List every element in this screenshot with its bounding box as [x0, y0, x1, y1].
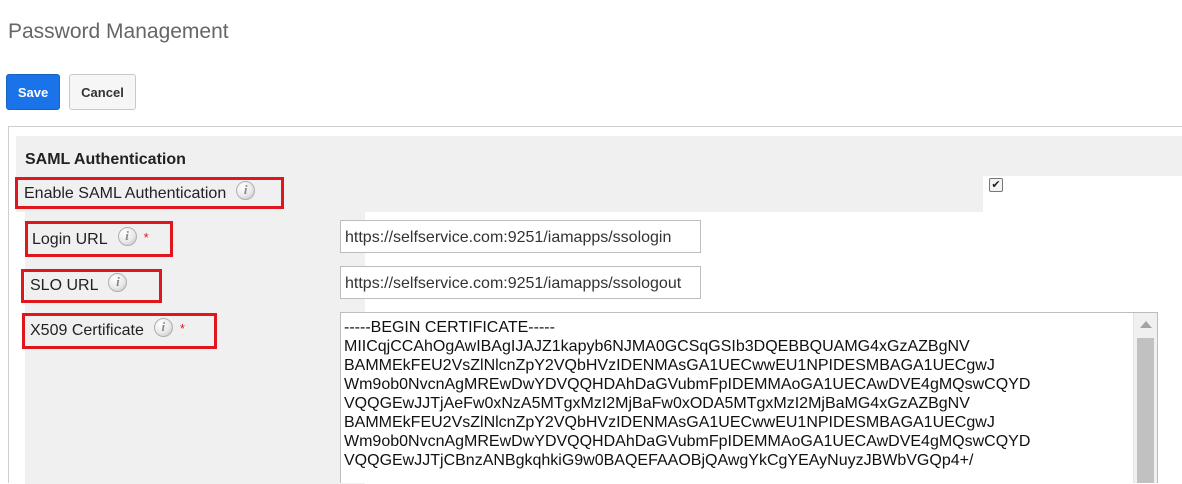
certificate-scrollbar[interactable]: [1133, 313, 1157, 483]
cert-line: Wm9ob0NvcnAgMREwDwYDVQQHDAhDaGVubmFpIDEM…: [344, 433, 1031, 450]
info-icon[interactable]: i: [108, 272, 128, 292]
scroll-up-arrow-icon[interactable]: [1140, 321, 1152, 328]
certificate-textarea[interactable]: -----BEGIN CERTIFICATE----- MIICqjCCAhOg…: [340, 312, 1158, 483]
slo-url-label: SLO URL i: [30, 272, 128, 297]
cert-line: BAMMEkFEU2VsZlNlcnZpY2VQbHVzIDENMAsGA1UE…: [344, 414, 995, 431]
enable-saml-label: Enable SAML Authentication i: [24, 180, 256, 205]
cert-label: X509 Certificate i *: [30, 317, 185, 342]
login-url-value: https://selfservice.com:9251/iamapps/sso…: [345, 229, 672, 246]
cert-line: MIICqjCCAhOgAwIBAgIJAJZ1kapyb6NJMA0GCSqG…: [344, 338, 970, 355]
slo-url-text: SLO URL: [30, 277, 99, 294]
login-url-label: Login URL i *: [32, 226, 149, 251]
login-url-text: Login URL: [32, 231, 108, 248]
required-asterisk: *: [143, 229, 149, 245]
cert-line: BAMMEkFEU2VsZlNlcnZpY2VQbHVzIDENMAsGA1UE…: [344, 357, 995, 374]
cert-line: Wm9ob0NvcnAgMREwDwYDVQQHDAhDaGVubmFpIDEM…: [344, 376, 1031, 393]
cancel-button[interactable]: Cancel: [69, 74, 136, 110]
cert-line: VQQGEwJJTjCBnzANBgkqhkiG9w0BAQEFAAOBjQAw…: [344, 452, 974, 469]
info-icon[interactable]: i: [236, 180, 256, 200]
slo-url-input[interactable]: https://selfservice.com:9251/iamapps/sso…: [340, 266, 701, 299]
enable-saml-checkbox[interactable]: ✔: [989, 178, 1003, 192]
cert-text: X509 Certificate: [30, 322, 144, 339]
cert-line: VQQGEwJJTjAeFw0xNzA5MTgxMzI2MjBaFw0xODA5…: [344, 395, 970, 412]
section-header: SAML Authentication: [16, 136, 1182, 176]
scroll-thumb[interactable]: [1137, 338, 1154, 483]
required-asterisk: *: [179, 320, 185, 336]
login-url-input[interactable]: https://selfservice.com:9251/iamapps/sso…: [340, 220, 701, 253]
certificate-text: -----BEGIN CERTIFICATE----- MIICqjCCAhOg…: [344, 318, 1130, 470]
info-icon[interactable]: i: [117, 226, 137, 246]
enable-saml-text: Enable SAML Authentication: [24, 185, 227, 202]
info-icon[interactable]: i: [153, 317, 173, 337]
page-title: Password Management: [8, 20, 229, 44]
section-title: SAML Authentication: [25, 151, 186, 168]
slo-url-value: https://selfservice.com:9251/iamapps/sso…: [345, 275, 682, 292]
save-button[interactable]: Save: [6, 74, 60, 110]
cert-line: -----BEGIN CERTIFICATE-----: [344, 319, 555, 336]
